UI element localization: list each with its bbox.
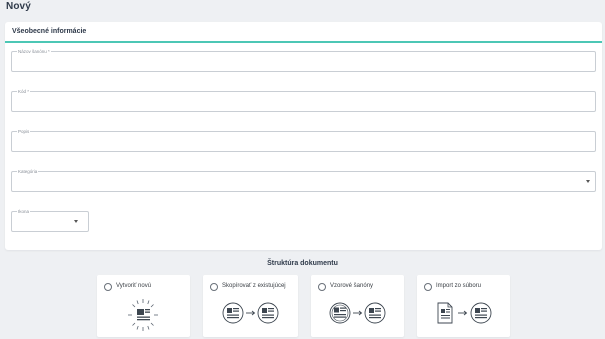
option-template-binders-label: Vzorové šanóny — [330, 283, 374, 289]
option-import-file-label: Import zo súboru — [436, 283, 482, 289]
radio-template-binders[interactable] — [318, 283, 326, 291]
category-select[interactable]: Kategória — [11, 169, 596, 192]
new-document-burst-icon — [128, 299, 158, 331]
import-file-icon — [437, 302, 492, 324]
description-field[interactable]: Popis — [11, 129, 596, 152]
option-template-binders[interactable]: Vzorové šanóny — [311, 275, 404, 337]
chevron-down-icon — [74, 220, 78, 223]
option-copy-existing-label: Skopírovať z existujúcej — [222, 283, 286, 289]
code-field-label: Kód * — [17, 89, 31, 94]
option-import-file[interactable]: Import zo súboru — [417, 275, 510, 337]
name-field-label: Názov šanónu * — [17, 49, 51, 54]
copy-document-icon — [222, 302, 279, 324]
option-create-new[interactable]: Vytvoriť novú — [97, 275, 190, 337]
radio-copy-existing[interactable] — [210, 283, 218, 291]
icon-select[interactable]: Ikona — [11, 209, 89, 232]
code-field[interactable]: Kód * — [11, 89, 596, 112]
chevron-down-icon — [586, 180, 590, 183]
category-select-label: Kategória — [17, 169, 39, 174]
general-info-header: Všeobecné informácie — [5, 22, 602, 43]
structure-title: Štruktúra dokumentu — [267, 260, 338, 267]
option-create-new-label: Vytvoriť novú — [116, 283, 152, 289]
template-binders-icon — [329, 302, 386, 324]
radio-import-file[interactable] — [424, 283, 432, 291]
general-info-panel: Všeobecné informácie Názov šanónu * Kód … — [5, 22, 602, 250]
option-copy-existing[interactable]: Skopírovať z existujúcej — [203, 275, 298, 337]
description-field-label: Popis — [17, 129, 31, 134]
radio-create-new[interactable] — [104, 283, 112, 291]
icon-select-label: Ikona — [17, 209, 31, 214]
page-title: Nový — [6, 1, 31, 12]
name-field[interactable]: Názov šanónu * — [11, 49, 596, 72]
